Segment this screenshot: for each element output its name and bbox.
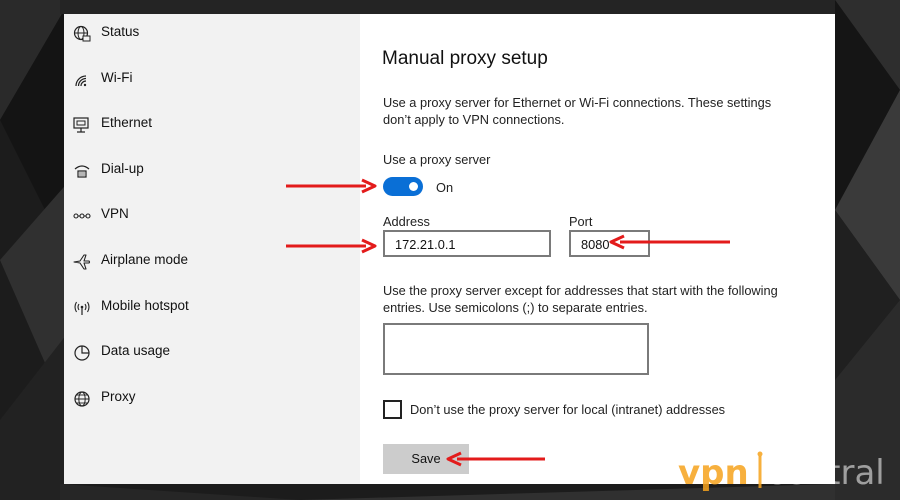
- data-usage-icon: [72, 343, 92, 363]
- logo-text-central: central: [766, 453, 885, 493]
- toggle-state-label: On: [436, 180, 454, 195]
- sidebar-item-label: Mobile hotspot: [101, 298, 189, 313]
- arrow-to-address-icon: [286, 238, 377, 254]
- wifi-icon: [72, 70, 92, 90]
- sidebar-item-wifi[interactable]: Wi-Fi: [64, 60, 360, 100]
- globe-status-icon: [72, 24, 92, 44]
- vpncentral-logo: vpn central: [678, 451, 885, 493]
- sidebar-item-label: Proxy: [101, 389, 136, 404]
- local-addresses-checkbox[interactable]: [383, 400, 402, 419]
- arrow-to-save-icon: [446, 451, 545, 467]
- hotspot-icon: [72, 298, 92, 318]
- vpn-icon: [72, 206, 92, 226]
- globe-icon: [72, 389, 92, 409]
- address-label: Address: [383, 214, 430, 229]
- sidebar-item-label: Status: [101, 24, 140, 39]
- logo-text-vpn: vpn: [678, 453, 749, 493]
- use-proxy-label: Use a proxy server: [383, 152, 491, 167]
- sidebar-item-label: Airplane mode: [101, 252, 189, 267]
- toggle-knob: [409, 182, 418, 191]
- sidebar-item-ethernet[interactable]: Ethernet: [64, 105, 360, 145]
- port-label: Port: [569, 214, 593, 229]
- sidebar-item-proxy[interactable]: Proxy: [64, 379, 360, 419]
- proxy-description: Use a proxy server for Ethernet or Wi-Fi…: [383, 95, 772, 127]
- sidebar-item-label: Wi-Fi: [101, 70, 133, 85]
- sidebar-item-data-usage[interactable]: Data usage: [64, 333, 360, 373]
- arrow-to-toggle-icon: [286, 178, 377, 194]
- exceptions-input[interactable]: [383, 323, 649, 375]
- exceptions-description: Use the proxy server except for addresse…: [383, 283, 778, 315]
- sidebar-item-label: VPN: [101, 206, 129, 221]
- dial-up-icon: [72, 161, 92, 181]
- sidebar-item-label: Ethernet: [101, 115, 153, 130]
- sidebar-item-label: Data usage: [101, 343, 171, 358]
- sidebar-item-status[interactable]: Status: [64, 14, 360, 54]
- ethernet-icon: [72, 115, 92, 135]
- proxy-settings-panel: Manual proxy setup Use a proxy server fo…: [360, 14, 835, 484]
- airplane-icon: [72, 252, 92, 272]
- use-proxy-toggle[interactable]: [383, 177, 423, 196]
- sidebar-item-label: Dial-up: [101, 161, 144, 176]
- address-input[interactable]: 172.21.0.1: [383, 230, 551, 257]
- local-addresses-label: Don’t use the proxy server for local (in…: [410, 402, 726, 417]
- page-title: Manual proxy setup: [382, 48, 548, 69]
- sidebar-item-mobile-hotspot[interactable]: Mobile hotspot: [64, 288, 360, 328]
- arrow-to-port-icon: [609, 234, 730, 250]
- sidebar-item-vpn[interactable]: VPN: [64, 196, 360, 236]
